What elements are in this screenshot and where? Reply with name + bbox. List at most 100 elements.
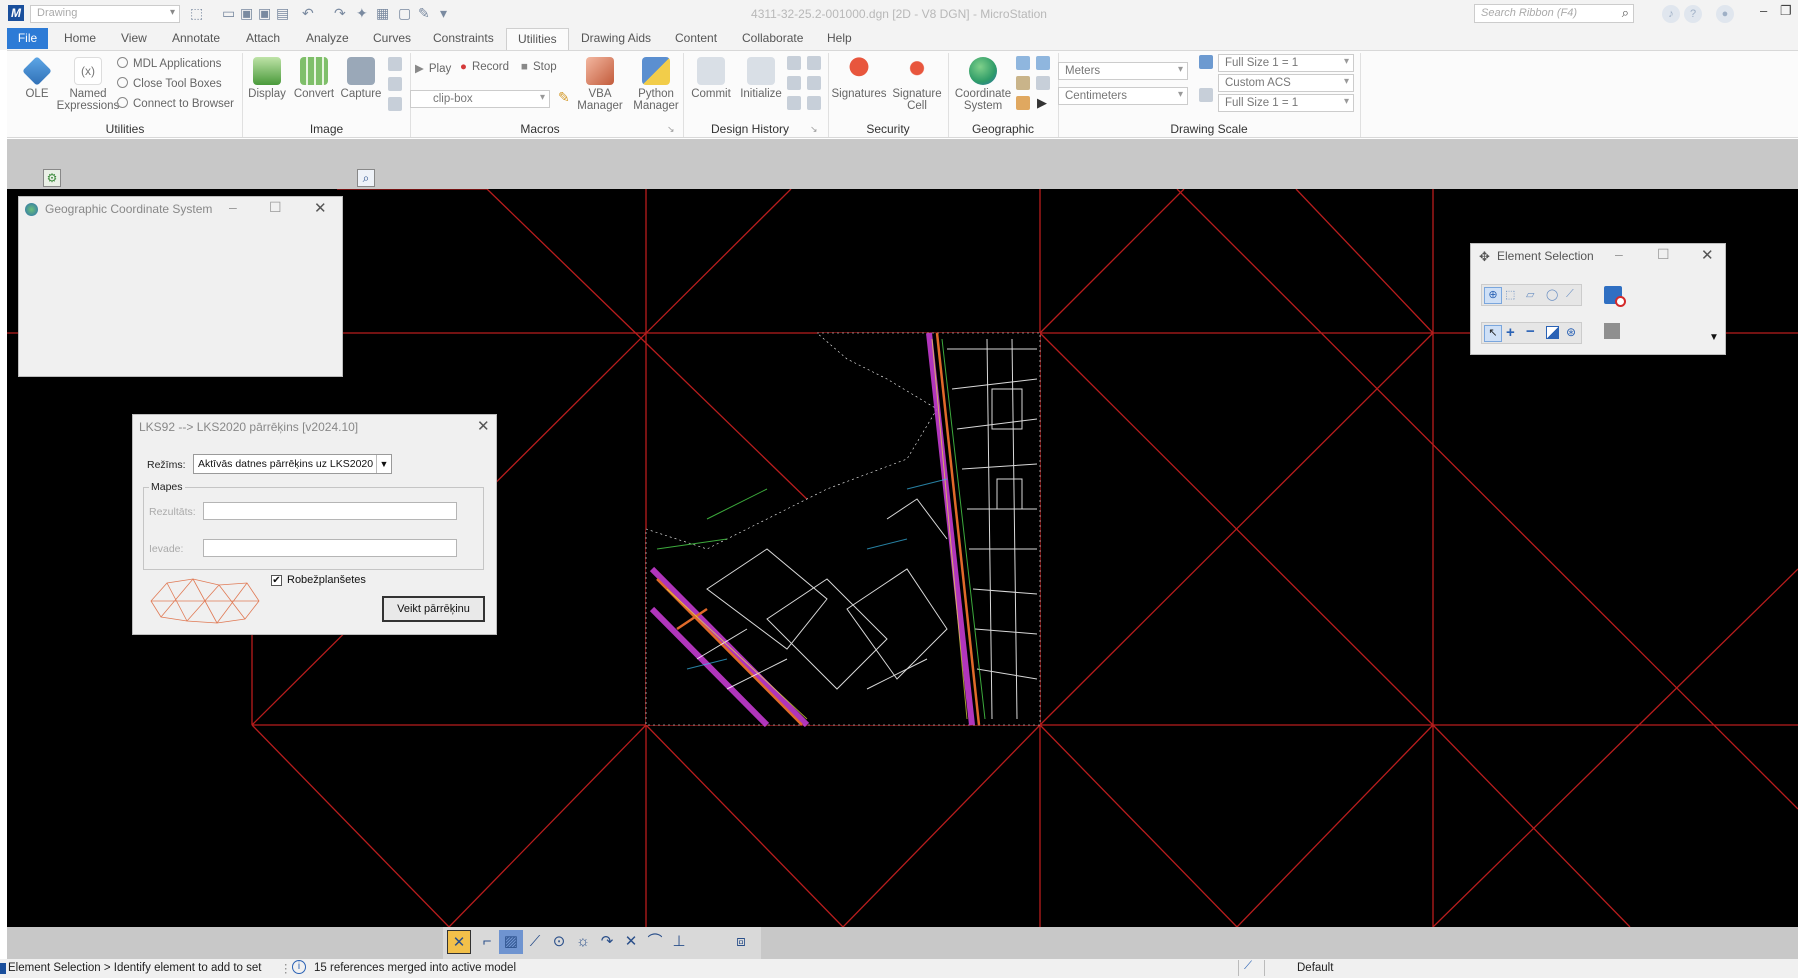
image-tool-2-icon[interactable] bbox=[388, 77, 402, 91]
display-image-button[interactable]: Display bbox=[247, 57, 287, 100]
select-all-icon[interactable]: ⊛ bbox=[1566, 325, 1576, 339]
run-conversion-button[interactable]: Veikt pārrēķinu bbox=[382, 596, 485, 622]
snap-center-icon[interactable]: ⊙ bbox=[547, 930, 571, 954]
shape-select-icon[interactable]: ▱ bbox=[1526, 288, 1534, 301]
add-selection-icon[interactable]: + bbox=[1506, 324, 1515, 341]
macros-launcher-icon[interactable]: ↘ bbox=[667, 124, 675, 135]
geo-tool-5-icon[interactable] bbox=[1016, 96, 1030, 110]
acs-icon[interactable] bbox=[1199, 88, 1213, 102]
macro-select-combo[interactable]: clip-box bbox=[410, 90, 550, 108]
maximize-icon[interactable]: ☐ bbox=[1657, 246, 1670, 263]
save-settings-icon[interactable]: ▣ bbox=[258, 5, 271, 22]
result-folder-input[interactable] bbox=[203, 502, 457, 520]
tab-constraints[interactable]: Constraints bbox=[433, 31, 494, 45]
geo-play-icon[interactable]: ▶ bbox=[1037, 95, 1047, 111]
invert-selection-icon[interactable] bbox=[1546, 326, 1559, 339]
tools-icon[interactable]: ✎ bbox=[418, 5, 430, 22]
workflow-combo[interactable]: Drawing bbox=[30, 5, 180, 23]
close-icon[interactable]: ✕ bbox=[314, 199, 327, 217]
drawing-scale-combo[interactable]: Full Size 1 = 1 bbox=[1218, 94, 1354, 112]
annotation-scale-combo[interactable]: Full Size 1 = 1 bbox=[1218, 54, 1354, 72]
selection-options-icon[interactable] bbox=[1604, 323, 1620, 339]
snap-settings-icon[interactable]: ⧈ bbox=[729, 930, 753, 954]
convert-image-button[interactable]: Convert bbox=[292, 57, 336, 100]
mdl-applications-button[interactable]: MDL Applications bbox=[117, 57, 221, 70]
pin-icon[interactable]: ✦ bbox=[356, 5, 368, 22]
line-select-icon[interactable]: ⟋ bbox=[1566, 288, 1574, 301]
tab-view[interactable]: View bbox=[121, 31, 147, 45]
tab-file[interactable]: File bbox=[7, 28, 48, 49]
mode-select[interactable]: Aktīvās datnes pārrēķins uz LKS2020 ▼ bbox=[193, 454, 392, 474]
minimize-icon[interactable]: – bbox=[229, 199, 237, 215]
annotation-scale-icon[interactable] bbox=[1199, 55, 1213, 69]
view-zoom-icon[interactable]: ⌕ bbox=[357, 169, 375, 187]
subtract-selection-icon[interactable]: − bbox=[1526, 323, 1535, 340]
geo-tool-3-icon[interactable] bbox=[1016, 76, 1030, 90]
vba-manager-button[interactable]: VBA Manager bbox=[575, 57, 625, 112]
help-icon[interactable]: ? bbox=[1684, 5, 1702, 23]
history-tool-1-icon[interactable] bbox=[787, 56, 801, 70]
close-icon[interactable]: ✕ bbox=[477, 417, 490, 435]
history-tool-5-icon[interactable] bbox=[807, 76, 821, 90]
image-tool-1-icon[interactable] bbox=[388, 57, 402, 71]
save-icon[interactable]: ▣ bbox=[240, 5, 253, 22]
individual-select-icon[interactable]: ⊕ bbox=[1484, 287, 1502, 304]
geo-tool-1-icon[interactable] bbox=[1016, 56, 1030, 70]
minimize-icon[interactable]: – bbox=[1615, 246, 1623, 262]
close-tool-boxes-button[interactable]: Close Tool Boxes bbox=[117, 77, 222, 90]
tab-help[interactable]: Help bbox=[827, 31, 852, 45]
snap-tangent-icon[interactable]: ⌒ bbox=[643, 930, 667, 954]
tab-content[interactable]: Content bbox=[675, 31, 717, 45]
snap-origin-icon[interactable]: ☼ bbox=[571, 930, 595, 954]
customize-qat-icon[interactable]: ▾ bbox=[440, 5, 447, 22]
element-selection-dialog[interactable]: ✥ Element Selection – ☐ ✕ ⊕ ⬚ ▱ ◯ ⟋ ↖ + … bbox=[1470, 243, 1726, 355]
notifications-icon[interactable]: ♪ bbox=[1662, 5, 1680, 23]
snap-line-icon[interactable]: ⟋ bbox=[523, 930, 547, 954]
locks-icon[interactable]: ⟋ bbox=[1244, 960, 1252, 973]
design-history-launcher-icon[interactable]: ↘ bbox=[810, 124, 818, 135]
close-icon[interactable]: ✕ bbox=[1701, 246, 1714, 264]
snap-midpoint-icon[interactable]: ▨ bbox=[499, 930, 523, 954]
master-units-combo[interactable]: Meters bbox=[1058, 62, 1188, 80]
record-macro-button[interactable]: ● Record bbox=[460, 61, 509, 73]
input-folder-input[interactable] bbox=[203, 539, 457, 557]
snap-perpendicular-icon[interactable]: ⊥ bbox=[667, 930, 691, 954]
initialize-button[interactable]: Initialize bbox=[737, 57, 785, 100]
history-tool-4-icon[interactable] bbox=[807, 56, 821, 70]
tab-analyze[interactable]: Analyze bbox=[306, 31, 349, 45]
tab-home[interactable]: Home bbox=[64, 31, 96, 45]
tab-drawing-aids[interactable]: Drawing Aids bbox=[581, 31, 651, 45]
tab-annotate[interactable]: Annotate bbox=[172, 31, 220, 45]
python-manager-button[interactable]: Python Manager bbox=[629, 57, 683, 112]
snap-intersection-icon[interactable]: ✕ bbox=[619, 930, 643, 954]
snap-nearest-icon[interactable]: ⌐ bbox=[475, 930, 499, 954]
acs-combo[interactable]: Custom ACS bbox=[1218, 74, 1354, 92]
tab-attach[interactable]: Attach bbox=[246, 31, 280, 45]
expand-arrow-icon[interactable]: ▼ bbox=[1709, 332, 1719, 343]
signature-cell-button[interactable]: Signature Cell bbox=[888, 57, 946, 112]
minimize-icon[interactable]: – bbox=[1760, 3, 1767, 18]
play-macro-button[interactable]: ▶ Play bbox=[415, 61, 451, 75]
connect-to-browser-button[interactable]: Connect to Browser bbox=[117, 97, 234, 110]
redo-icon[interactable]: ↷ bbox=[334, 5, 346, 22]
geographic-coordinate-system-dialog[interactable]: Geographic Coordinate System – ☐ ✕ bbox=[18, 196, 343, 377]
chevron-down-icon[interactable]: ▼ bbox=[376, 455, 391, 473]
history-tool-3-icon[interactable] bbox=[787, 96, 801, 110]
print-icon[interactable]: ▦ bbox=[376, 5, 389, 22]
circle-select-icon[interactable]: ◯ bbox=[1546, 288, 1558, 301]
user-avatar-icon[interactable]: ● bbox=[1716, 5, 1734, 23]
restore-icon[interactable]: ❐ bbox=[1780, 3, 1792, 19]
active-level[interactable]: Default bbox=[1297, 962, 1333, 974]
signatures-button[interactable]: Signatures bbox=[830, 57, 888, 100]
history-tool-2-icon[interactable] bbox=[787, 76, 801, 90]
geo-tool-2-icon[interactable] bbox=[1036, 56, 1050, 70]
tab-curves[interactable]: Curves bbox=[373, 31, 411, 45]
ole-button[interactable]: OLE bbox=[17, 56, 57, 100]
edit-macro-icon[interactable]: ✎ bbox=[558, 89, 570, 106]
image-tool-3-icon[interactable] bbox=[388, 97, 402, 111]
search-ribbon-input[interactable]: Search Ribbon (F4) ⌕ bbox=[1474, 4, 1634, 23]
quick-access-select-icon[interactable]: ⬚ bbox=[190, 5, 203, 22]
geo-tool-4-icon[interactable] bbox=[1036, 76, 1050, 90]
coordinate-system-button[interactable]: Coordinate System bbox=[952, 57, 1014, 112]
capture-image-button[interactable]: Capture bbox=[339, 57, 383, 100]
